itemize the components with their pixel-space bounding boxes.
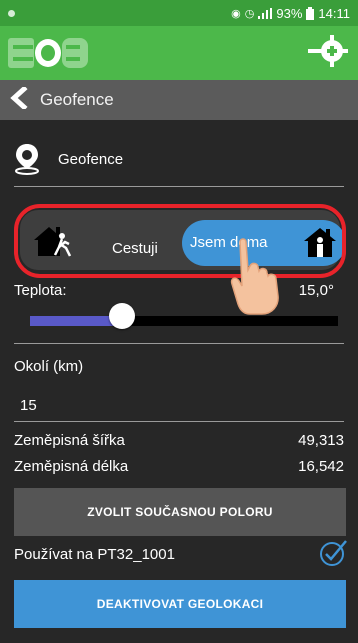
geofence-label: Geofence	[58, 150, 124, 168]
signal-icon	[258, 7, 273, 19]
page-title: Geofence	[40, 90, 114, 109]
latitude-label: Zeměpisná šířka	[14, 432, 125, 449]
battery-icon	[306, 6, 315, 20]
geofence-row: Geofence	[14, 132, 344, 187]
back-button[interactable]	[10, 84, 28, 114]
location-pin-icon	[15, 144, 39, 175]
radius-label: Okolí (km)	[14, 358, 84, 375]
status-icons: ◉ ◷ 93% 14:11	[231, 6, 350, 21]
tap-hand-icon	[230, 238, 279, 315]
app-bar	[0, 26, 358, 80]
temperature-label: Teplota:	[14, 282, 67, 299]
chevron-left-icon	[10, 84, 28, 111]
notification-dot-icon	[8, 9, 15, 17]
status-time: 14:11	[318, 5, 350, 21]
radius-input[interactable]	[14, 390, 344, 422]
divider	[14, 343, 344, 344]
mode-highlight-frame	[14, 204, 346, 278]
latitude-value: 49,313	[298, 432, 344, 449]
crosshair-icon[interactable]	[308, 33, 348, 74]
temperature-slider[interactable]	[30, 316, 338, 326]
longitude-value: 16,542	[298, 458, 344, 475]
status-bar: ◉ ◷ 93% 14:11	[0, 0, 358, 26]
use-on-device-label: Používat na PT32_1001	[14, 546, 175, 563]
longitude-label: Zeměpisná délka	[14, 458, 129, 475]
set-current-position-button[interactable]: ZVOLIT SOUČASNOU POLORU	[14, 488, 346, 536]
battery-percent: 93%	[276, 5, 303, 21]
checkbox-checked-icon[interactable]	[318, 538, 348, 568]
alarm-icon: ◷	[244, 7, 255, 20]
nav-bar: Geofence	[0, 80, 358, 120]
eob-logo	[8, 36, 90, 70]
temperature-slider-thumb[interactable]	[109, 303, 135, 329]
deactivate-geolocation-button[interactable]: DEAKTIVOVAT GEOLOKACI	[14, 580, 346, 628]
location-icon: ◉	[231, 7, 241, 20]
temperature-value: 15,0°	[298, 282, 334, 299]
